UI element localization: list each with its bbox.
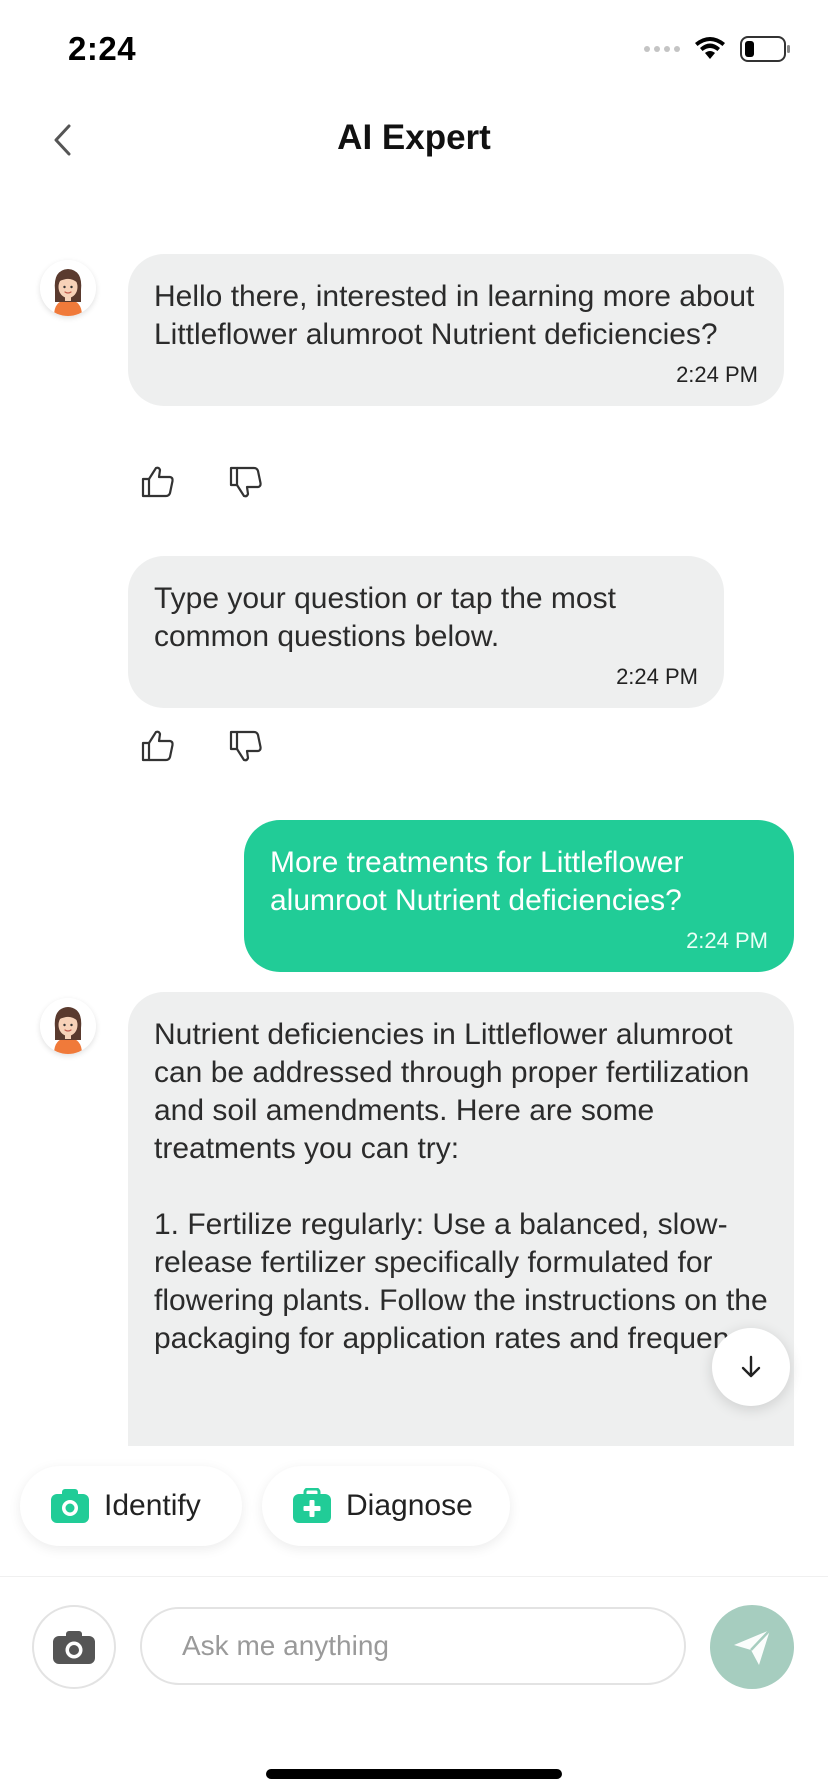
thumbs-up-icon[interactable] bbox=[140, 464, 176, 500]
thumbs-down-icon[interactable] bbox=[228, 728, 264, 764]
expert-avatar bbox=[40, 998, 96, 1054]
diagnose-label: Diagnose bbox=[346, 1489, 473, 1522]
header: AI Expert bbox=[0, 100, 828, 180]
woman-avatar-icon bbox=[40, 998, 96, 1054]
message-text: More treatments for Littleflower alumroo… bbox=[270, 846, 692, 917]
expert-avatar bbox=[40, 260, 96, 316]
ask-input[interactable] bbox=[140, 1607, 686, 1685]
chat-area[interactable]: Hello there, interested in learning more… bbox=[0, 180, 828, 1446]
bot-message-bubble: Nutrient deficiencies in Littleflower al… bbox=[128, 992, 794, 1446]
medical-kit-icon bbox=[293, 1488, 331, 1523]
message-text: Hello there, interested in learning more… bbox=[154, 280, 763, 351]
camera-button[interactable] bbox=[32, 1605, 116, 1689]
cellular-signal-icon bbox=[644, 46, 680, 52]
thumbs-down-icon[interactable] bbox=[228, 464, 264, 500]
camera-icon bbox=[51, 1489, 89, 1523]
user-message-bubble: More treatments for Littleflower alumroo… bbox=[244, 820, 794, 972]
page-title: AI Expert bbox=[337, 118, 491, 157]
camera-icon bbox=[53, 1631, 95, 1664]
identify-label: Identify bbox=[104, 1489, 201, 1522]
bot-message-bubble: Hello there, interested in learning more… bbox=[128, 254, 784, 406]
wifi-icon bbox=[695, 37, 725, 59]
message-text: Nutrient deficiencies in Littleflower al… bbox=[154, 1018, 768, 1355]
home-indicator bbox=[266, 1769, 562, 1779]
woman-avatar-icon bbox=[40, 260, 96, 316]
message-time: 2:24 PM bbox=[686, 928, 768, 953]
diagnose-button[interactable]: Diagnose bbox=[262, 1466, 510, 1546]
send-button[interactable] bbox=[710, 1605, 794, 1689]
bot-message-bubble: Type your question or tap the most commo… bbox=[128, 556, 724, 708]
quick-actions: Identify Diagnose bbox=[0, 1446, 828, 1576]
battery-icon bbox=[740, 36, 790, 62]
arrow-down-icon bbox=[741, 1355, 761, 1378]
scroll-down-button[interactable] bbox=[712, 1328, 790, 1406]
status-time: 2:24 bbox=[68, 30, 137, 67]
message-text: Type your question or tap the most commo… bbox=[154, 582, 625, 653]
status-indicators bbox=[644, 36, 792, 62]
message-time: 2:24 PM bbox=[676, 362, 758, 387]
send-icon bbox=[734, 1629, 771, 1665]
message-time: 2:24 PM bbox=[616, 664, 698, 689]
input-bar bbox=[0, 1576, 828, 1792]
message-feedback bbox=[140, 464, 264, 500]
message-feedback bbox=[140, 728, 264, 764]
thumbs-up-icon[interactable] bbox=[140, 728, 176, 764]
identify-button[interactable]: Identify bbox=[20, 1466, 242, 1546]
status-bar: 2:24 bbox=[0, 0, 828, 100]
